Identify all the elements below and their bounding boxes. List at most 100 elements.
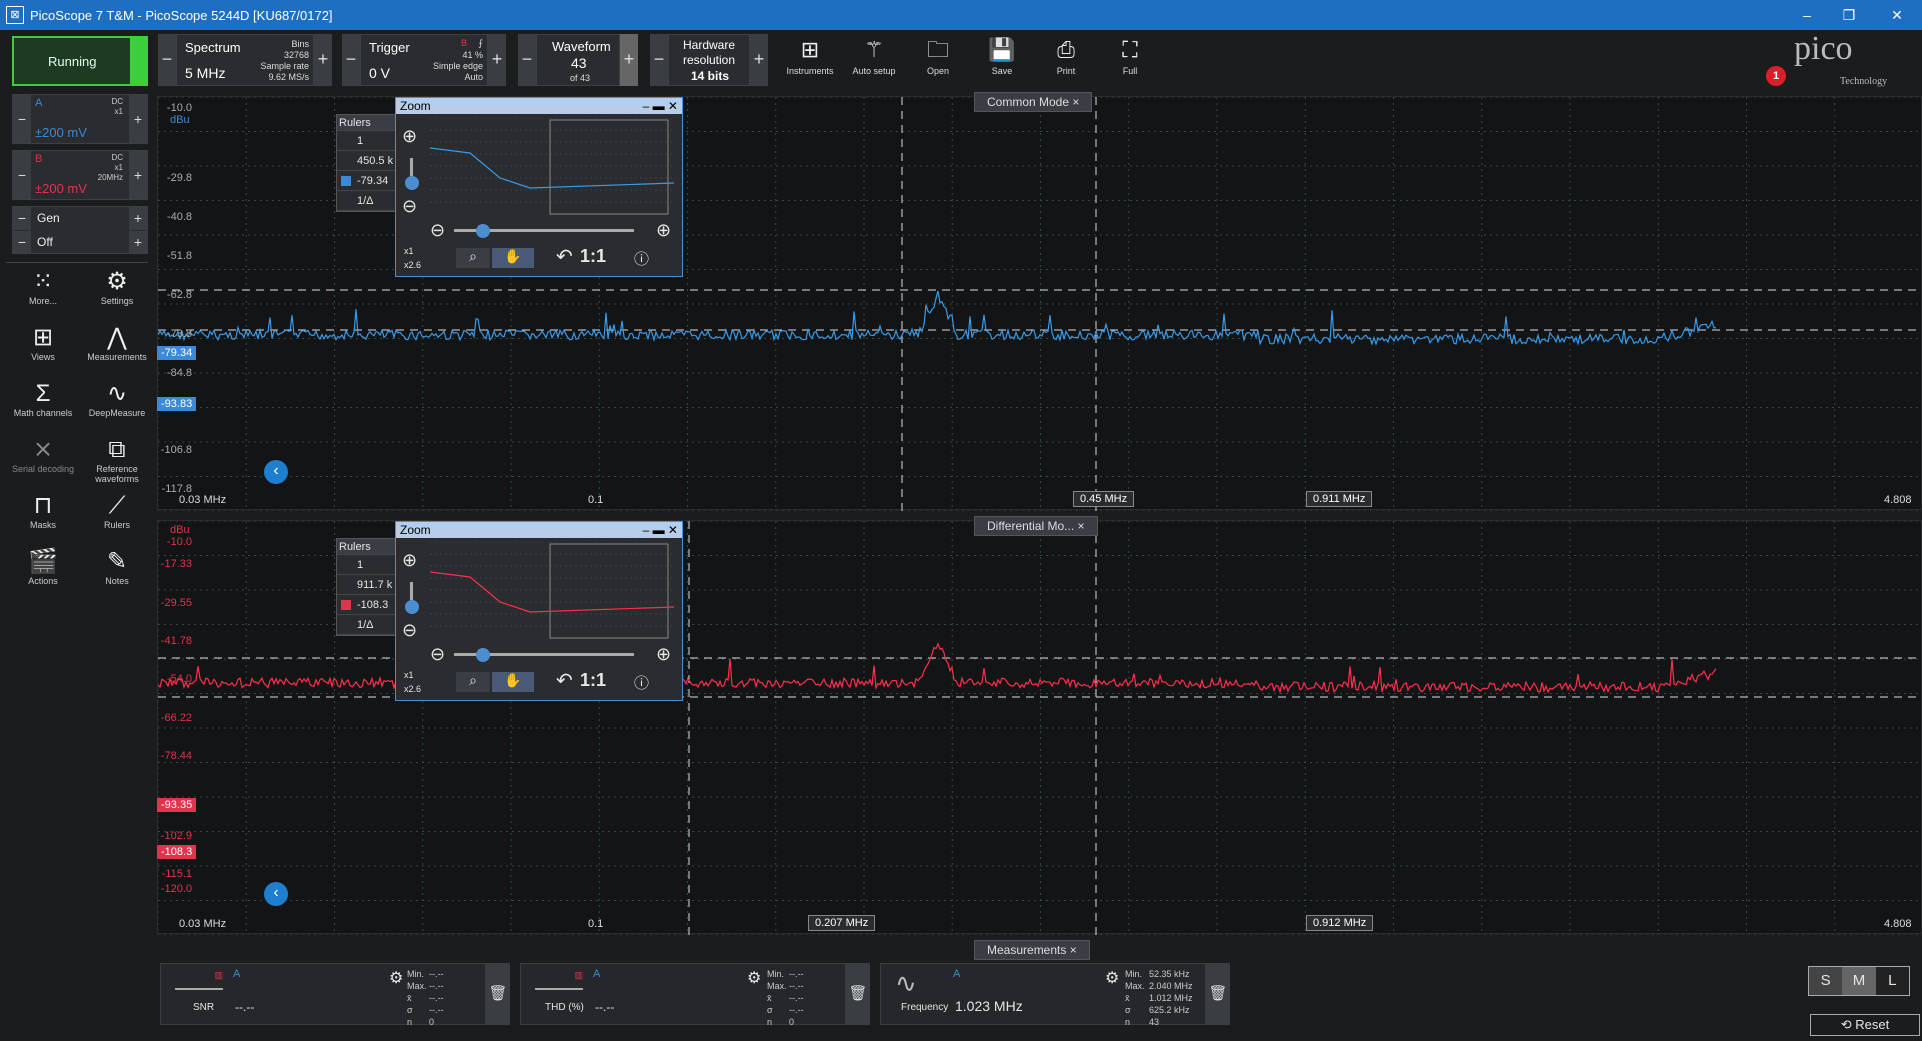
- zoom-in-icon[interactable]: ⊕: [402, 550, 417, 571]
- tab-differential-mode[interactable]: Differential Mo... ×: [974, 516, 1098, 536]
- pan-tool-icon[interactable]: ✋: [492, 672, 534, 692]
- zoom-window-bottom[interactable]: Zoom – ▬ ✕ ⊕ ⊖ ⊖ ⊕ x1 x2.6 ⌕ ✋ ↶ 1:1 ⓘ: [395, 521, 683, 701]
- ruler-label-top-1[interactable]: -79.34: [157, 346, 197, 360]
- pan-tool-icon[interactable]: ✋: [492, 248, 534, 268]
- undo-zoom-icon[interactable]: ↶: [556, 668, 573, 693]
- zoom-out-h-icon[interactable]: ⊖: [430, 220, 445, 241]
- tab-common-mode[interactable]: Common Mode ×: [974, 92, 1093, 112]
- info-icon[interactable]: ⓘ: [634, 248, 649, 269]
- rulers-table-top[interactable]: Rulers 1 450.5 k -79.34 1/Δ: [336, 114, 396, 212]
- channel-b-decrease-button[interactable]: −: [13, 151, 31, 199]
- zoom-preview-top[interactable]: [430, 118, 674, 218]
- zoom-out-icon[interactable]: ⊖: [402, 620, 417, 641]
- open-button[interactable]: 🗀 Open: [910, 34, 966, 84]
- size-medium-button[interactable]: M: [1842, 967, 1876, 995]
- resolution-increase-button[interactable]: +: [750, 34, 768, 86]
- trigger-control[interactable]: Trigger 0 V B ⨍ 41 % Simple edge Auto: [360, 34, 488, 86]
- settings-button[interactable]: ⚙ Settings: [82, 268, 152, 306]
- measurements-tool-button[interactable]: ⋀ Measurements: [82, 324, 152, 362]
- print-button[interactable]: ⎙ Print: [1038, 34, 1094, 84]
- gear-icon[interactable]: ⚙: [1105, 968, 1119, 988]
- resolution-decrease-button[interactable]: −: [650, 34, 668, 86]
- info-icon[interactable]: ⓘ: [634, 672, 649, 693]
- generator-minus-button[interactable]: −: [13, 207, 31, 230]
- zoom-in-icon[interactable]: ⊕: [402, 126, 417, 147]
- hardware-resolution-control[interactable]: Hardware resolution 14 bits: [668, 34, 750, 86]
- channel-b-control[interactable]: − B DC x1 20MHz ±200 mV +: [12, 150, 148, 200]
- trigger-increase-button[interactable]: +: [488, 34, 506, 86]
- close-button[interactable]: ✕: [1876, 0, 1918, 30]
- notification-badge[interactable]: 1: [1766, 66, 1786, 86]
- views-button[interactable]: ⊞ Views: [8, 324, 78, 362]
- marker-bottom-2[interactable]: 0.912 MHz: [1306, 915, 1374, 931]
- zoom-h-slider-thumb[interactable]: [476, 224, 490, 238]
- more-button[interactable]: ⁙ More...: [8, 268, 78, 306]
- delete-measurement-snr-button[interactable]: 🗑: [486, 963, 510, 1025]
- generator-control[interactable]: − Gen + − Off +: [12, 206, 148, 254]
- zoom-slider-thumb[interactable]: [405, 600, 419, 614]
- trigger-decrease-button[interactable]: −: [342, 34, 360, 86]
- gear-icon[interactable]: ⚙: [747, 968, 761, 988]
- zoom-preview-bottom[interactable]: [430, 542, 674, 642]
- delete-measurement-thd-button[interactable]: 🗑: [846, 963, 870, 1025]
- ruler-label-bottom-1[interactable]: -93.35: [157, 798, 197, 812]
- close-icon[interactable]: ×: [1070, 943, 1077, 957]
- ruler-label-top-2[interactable]: -93.83: [157, 397, 197, 411]
- ruler-label-bottom-2[interactable]: -108.3: [157, 845, 197, 859]
- channel-a-decrease-button[interactable]: −: [13, 95, 31, 143]
- math-channels-button[interactable]: Σ Math channels: [8, 380, 78, 418]
- close-icon[interactable]: ×: [1072, 95, 1079, 109]
- channel-a-increase-button[interactable]: +: [129, 95, 147, 143]
- zoom-ratio-button[interactable]: 1:1: [580, 246, 606, 267]
- close-icon[interactable]: ×: [1078, 519, 1085, 533]
- spectrum-decrease-button[interactable]: −: [158, 34, 176, 86]
- actions-button[interactable]: 🎬 Actions: [8, 548, 78, 586]
- undo-zoom-icon[interactable]: ↶: [556, 244, 573, 269]
- zoom-window-top[interactable]: Zoom – ▬ ✕ ⊕ ⊖ ⊖ ⊕ x1 x2.6 ⌕ ✋ ↶ 1:1 ⓘ: [395, 97, 683, 277]
- delete-measurement-frequency-button[interactable]: 🗑: [1206, 963, 1230, 1025]
- generator-plus-button[interactable]: +: [129, 207, 147, 230]
- auto-setup-button[interactable]: ⚚ Auto setup: [846, 34, 902, 84]
- instruments-button[interactable]: ⊞ Instruments: [782, 34, 838, 84]
- generator-state-minus-button[interactable]: −: [13, 231, 31, 253]
- zoom-out-h-icon[interactable]: ⊖: [430, 644, 445, 665]
- fullscreen-button[interactable]: ⛶ Full: [1102, 34, 1158, 84]
- size-selector[interactable]: S M L: [1808, 966, 1910, 996]
- notes-button[interactable]: ✎ Notes: [82, 548, 152, 586]
- rulers-table-bottom[interactable]: Rulers 1 911.7 k -108.3 1/Δ: [336, 538, 396, 636]
- marker-top-2[interactable]: 0.911 MHz: [1306, 491, 1373, 507]
- measurement-card-thd[interactable]: ▥ A THD (%) --.-- ⚙ Min. Max. x̄ σ n --.-- --…: [520, 963, 846, 1027]
- zoom-h-slider-thumb[interactable]: [476, 648, 490, 662]
- zoom-ratio-button[interactable]: 1:1: [580, 670, 606, 691]
- gear-icon[interactable]: ⚙: [389, 968, 403, 988]
- zoom-in-h-icon[interactable]: ⊕: [656, 644, 671, 665]
- tab-measurements[interactable]: Measurements ×: [974, 940, 1090, 960]
- masks-button[interactable]: ⊓ Masks: [8, 492, 78, 530]
- collapse-left-button[interactable]: ‹: [264, 882, 288, 906]
- waveform-next-button[interactable]: +: [620, 34, 638, 86]
- deepmeasure-button[interactable]: ∿ DeepMeasure: [82, 380, 152, 418]
- save-button[interactable]: 💾 Save: [974, 34, 1030, 84]
- zoom-out-icon[interactable]: ⊖: [402, 196, 417, 217]
- generator-state-plus-button[interactable]: +: [129, 231, 147, 253]
- zoom-slider-thumb[interactable]: [405, 176, 419, 190]
- spectrum-increase-button[interactable]: +: [314, 34, 332, 86]
- size-large-button[interactable]: L: [1875, 967, 1909, 995]
- channel-a-control[interactable]: − A DC x1 ±200 mV +: [12, 94, 148, 144]
- reset-button[interactable]: ⟲ Reset: [1810, 1014, 1920, 1036]
- reference-waveforms-button[interactable]: ⧉ Reference waveforms: [82, 436, 152, 484]
- spectrum-control[interactable]: Spectrum 5 MHz Bins 32768 Sample rate 9.…: [176, 34, 314, 86]
- waveform-previous-button[interactable]: −: [518, 34, 536, 86]
- minimize-button[interactable]: –: [1786, 0, 1828, 30]
- maximize-button[interactable]: ❐: [1828, 0, 1870, 30]
- zoom-titlebar[interactable]: Zoom – ▬ ✕: [396, 522, 682, 538]
- channel-b-increase-button[interactable]: +: [129, 151, 147, 199]
- zoom-titlebar[interactable]: Zoom – ▬ ✕: [396, 98, 682, 114]
- marker-bottom-1[interactable]: 0.207 MHz: [808, 915, 876, 931]
- zoom-tool-icon[interactable]: ⌕: [456, 672, 490, 692]
- measurement-card-snr[interactable]: ▥ A SNR --.-- ⚙ Min. Max. x̄ σ n --.-- --.-- -…: [160, 963, 486, 1027]
- measurement-card-frequency[interactable]: ∿ A Frequency 1.023 MHz ⚙ Min. Max. x̄ σ n 5…: [880, 963, 1206, 1027]
- zoom-tool-icon[interactable]: ⌕: [456, 248, 490, 268]
- marker-top-1[interactable]: 0.45 MHz: [1073, 491, 1135, 507]
- size-small-button[interactable]: S: [1809, 967, 1843, 995]
